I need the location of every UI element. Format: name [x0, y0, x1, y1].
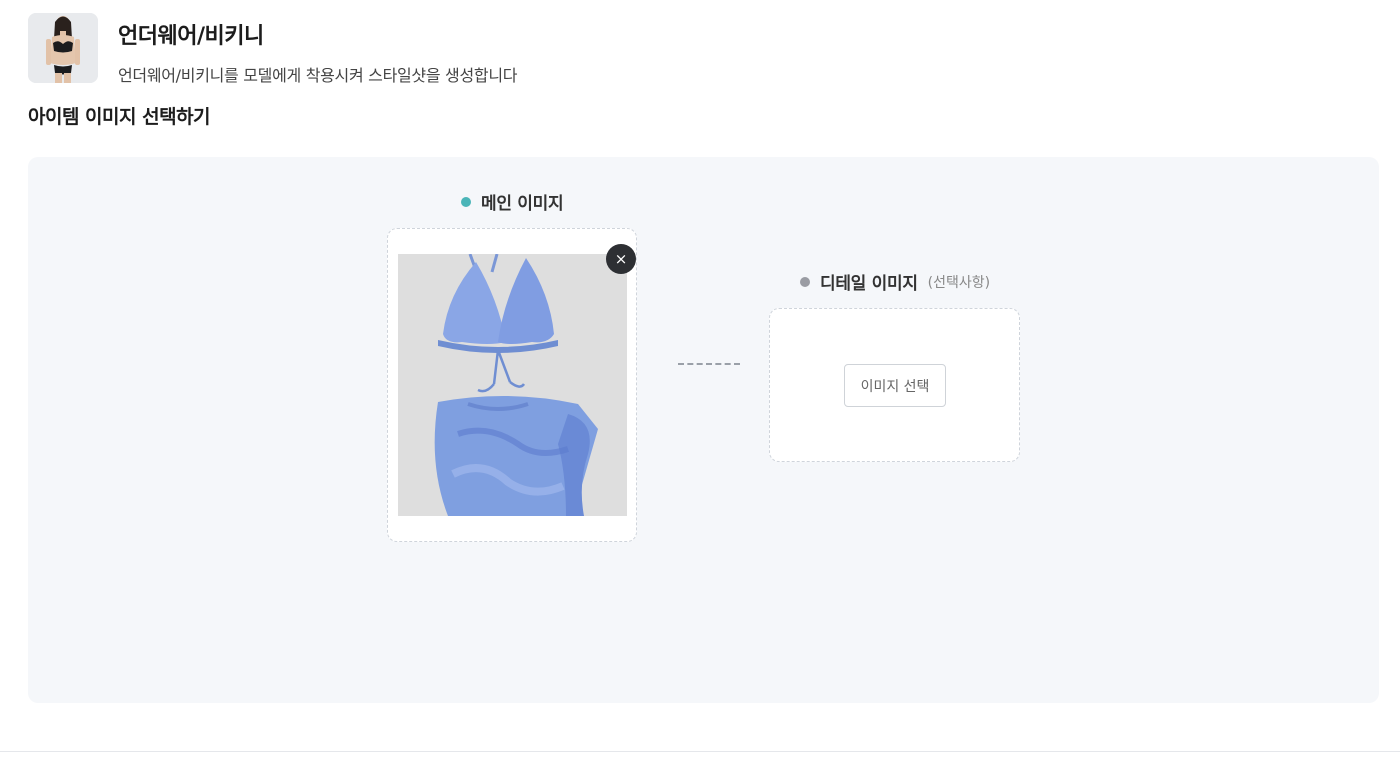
main-image-dot-icon: [461, 196, 471, 207]
main-image-label: 메인 이미지: [481, 194, 564, 214]
item-image-panel: 메인 이미지 × 디테일 이미지 (선택사항) 이미지 선택: [28, 157, 1379, 703]
main-image-preview: [398, 254, 627, 516]
main-image-label-row: 메인 이미지: [461, 189, 564, 214]
detail-image-slot[interactable]: 이미지 선택: [769, 308, 1020, 462]
page-subtitle: 언더웨어/비키니를 모델에게 착용시켜 스타일샷을 생성합니다: [118, 66, 518, 85]
page-title: 언더웨어/비키니: [118, 24, 264, 49]
model-thumbnail-image: [28, 13, 98, 83]
select-image-button[interactable]: 이미지 선택: [844, 364, 946, 407]
category-thumbnail: [28, 13, 98, 83]
bikini-image: [398, 254, 627, 516]
page-header: 언더웨어/비키니 언더웨어/비키니를 모델에게 착용시켜 스타일샷을 생성합니다: [28, 13, 517, 86]
detail-image-optional-note: (선택사항): [927, 274, 991, 291]
detail-image-label: 디테일 이미지: [820, 274, 918, 294]
detail-image-dot-icon: [800, 276, 810, 287]
close-icon: ×: [614, 250, 628, 268]
slot-connector-line: [678, 363, 740, 365]
detail-image-label-row: 디테일 이미지 (선택사항): [800, 269, 990, 294]
main-image-slot[interactable]: ×: [387, 228, 637, 542]
section-title: 아이템 이미지 선택하기: [28, 106, 211, 128]
bottom-divider: [0, 751, 1400, 752]
remove-main-image-button[interactable]: ×: [606, 244, 636, 274]
